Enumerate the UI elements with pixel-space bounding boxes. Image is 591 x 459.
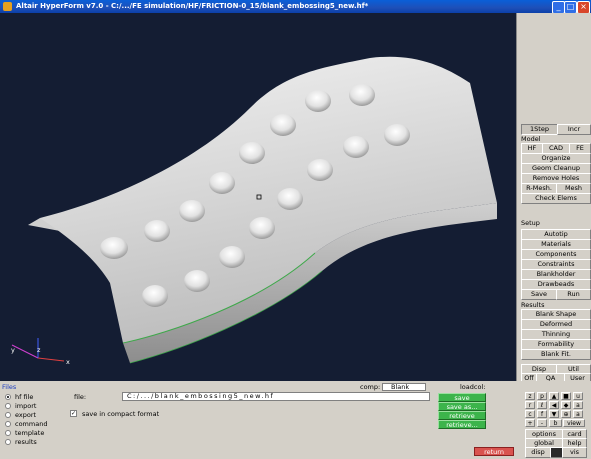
axis-z-label: z [37, 346, 41, 354]
files-panel-title: Files [2, 383, 17, 391]
retrieve-button[interactable]: retrieve [438, 411, 486, 420]
run-button[interactable]: Run [556, 289, 591, 300]
view-l-button[interactable]: ℓ [537, 401, 547, 409]
incr-button[interactable]: Incr [557, 124, 591, 135]
radio-hf-file[interactable] [5, 394, 11, 400]
view-button[interactable]: view [563, 419, 585, 427]
comp-field[interactable]: Blank [382, 383, 426, 391]
center-button[interactable]: c [525, 410, 535, 418]
results-section-label: Results [521, 301, 545, 309]
onestep-button[interactable]: 1Step [521, 124, 558, 135]
rotate-up-icon[interactable]: ▲ [549, 392, 559, 400]
return-button[interactable]: return [474, 447, 514, 456]
zoom-plus-button[interactable]: + [525, 419, 535, 427]
radio-template[interactable] [5, 430, 11, 436]
zoom-in-button[interactable]: z [525, 392, 535, 400]
zoom-minus-button[interactable]: - [537, 419, 547, 427]
model-section-label: Model [521, 135, 541, 143]
disp-toggle-button[interactable]: disp [525, 447, 551, 458]
compact-format-label: save in compact format [82, 410, 160, 418]
comp-label: comp: [360, 383, 381, 391]
app-icon [3, 2, 12, 11]
radio-export[interactable] [5, 412, 11, 418]
save-as-button[interactable]: save as... [438, 402, 486, 411]
right-menu-panel: 1Step Incr Model HF CAD FE Organize Geom… [516, 13, 591, 384]
blank-fit-button[interactable]: Blank Fit. [521, 349, 591, 360]
axis-y-label: y [11, 346, 15, 354]
file-label: file: [74, 393, 87, 401]
view-b-button[interactable]: b [549, 419, 562, 427]
radio-results[interactable] [5, 439, 11, 445]
radio-results-label: results [15, 438, 37, 446]
rotate-center-icon[interactable]: ◆ [561, 401, 571, 409]
radio-export-label: export [15, 411, 37, 419]
view-cube-icon[interactable]: ■ [561, 392, 571, 400]
file-path-value: C:/.../blank_embossing5_new.hf [127, 392, 275, 400]
save-button[interactable]: save [438, 393, 486, 402]
view-a-button[interactable]: a [573, 401, 583, 409]
view-a2-button[interactable]: a [573, 410, 583, 418]
fit-button[interactable]: f [537, 410, 547, 418]
retrieve-dialog-button[interactable]: retrieve... [438, 420, 486, 429]
rotate-button[interactable]: r [525, 401, 535, 409]
rotate-down-icon[interactable]: ▼ [549, 410, 559, 418]
file-path-input[interactable]: C:/.../blank_embossing5_new.hf [122, 392, 430, 401]
comp-value: Blank [391, 383, 410, 391]
radio-import[interactable] [5, 403, 11, 409]
files-panel: Files comp: Blank loadcol: hf file impor… [0, 381, 591, 459]
setup-save-button[interactable]: Save [521, 289, 557, 300]
loadcol-label: loadcol: [460, 383, 486, 391]
axis-x-label: x [66, 358, 70, 366]
pan-button[interactable]: p [537, 392, 547, 400]
radio-command[interactable] [5, 421, 11, 427]
check-elems-button[interactable]: Check Elems [521, 193, 591, 204]
view-u-button[interactable]: u [573, 392, 583, 400]
title-bar: Altair HyperForm v7.0 - C:/.../FE simula… [0, 0, 591, 14]
window-title: Altair HyperForm v7.0 - C:/.../FE simula… [16, 2, 369, 10]
rotate-left-icon[interactable]: ◀ [549, 401, 559, 409]
radio-command-label: command [15, 420, 48, 428]
compact-format-checkbox[interactable]: ✓ [70, 410, 77, 417]
radio-import-label: import [15, 402, 37, 410]
setup-section-label: Setup [521, 219, 540, 227]
blank-part-render [11, 56, 497, 364]
radio-template-label: template [15, 429, 45, 437]
rotate-spin-icon[interactable]: ⊕ [561, 410, 571, 418]
graphics-viewport[interactable]: y z x [0, 13, 516, 381]
radio-hf-file-label: hf file [15, 393, 34, 401]
vis-button[interactable]: vis [562, 447, 587, 458]
